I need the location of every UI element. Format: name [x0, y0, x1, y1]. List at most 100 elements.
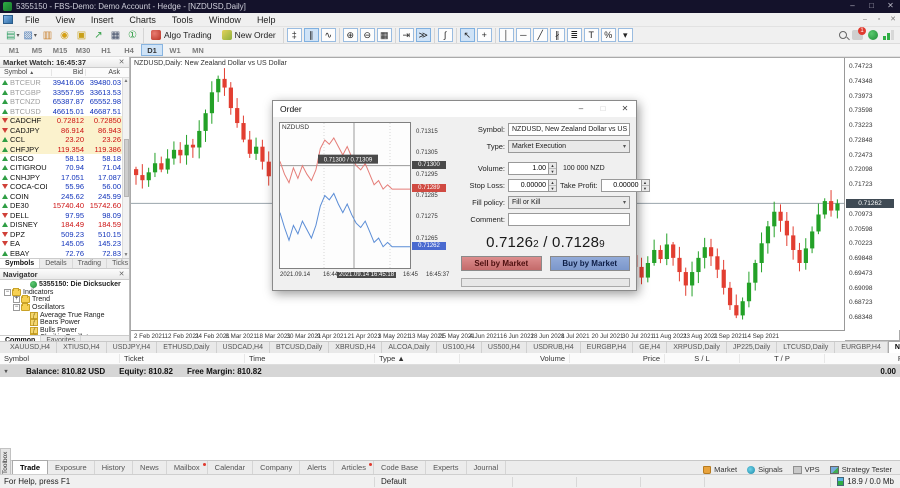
market-watch-row[interactable]: EA145.05145.23 [0, 239, 129, 248]
deposit-button[interactable]: ◉ [57, 28, 72, 42]
order-dialog-titlebar[interactable]: Order – □ ✕ [273, 101, 636, 117]
text-tool-button[interactable]: T [584, 28, 599, 42]
timeframe-mn[interactable]: MN [187, 44, 209, 56]
child-restore-button[interactable]: ▫ [872, 13, 886, 26]
toolbox-tab-trade[interactable]: Trade [12, 460, 48, 474]
bar-view-button[interactable]: ∥ [304, 28, 319, 42]
dialog-minimize-button[interactable]: – [570, 101, 592, 117]
market-watch-tab-details[interactable]: Details [40, 259, 72, 268]
chart-tab-ge-h4[interactable]: GE,H4 [633, 342, 667, 353]
market-watch-row[interactable]: DPZ509.23510.15 [0, 230, 129, 239]
strategy-tester-button[interactable]: Strategy Tester [830, 465, 892, 474]
search-icon[interactable] [839, 31, 847, 39]
menu-file[interactable]: File [17, 13, 48, 27]
expand-minus-icon[interactable]: − [4, 289, 11, 296]
market-watch-row[interactable]: CISCO58.1358.18 [0, 154, 129, 163]
chart-tab-us500-h4[interactable]: US500,H4 [482, 342, 527, 353]
navigator-item[interactable]: fBears Power [0, 319, 129, 327]
auto-scroll-button[interactable]: ≫ [416, 28, 431, 42]
market-button[interactable]: Market [703, 465, 737, 474]
market-watch-row[interactable]: BTCUSD46615.0146687.51 [0, 106, 129, 115]
chart-tab-usdcad-h4[interactable]: USDCAD,H4 [217, 342, 270, 353]
timeframe-m5[interactable]: M5 [26, 44, 48, 56]
navigator-item[interactable]: 5355150: Die Dicksucker [0, 281, 129, 289]
price-axis[interactable]: 0.747230.743480.739730.735980.732230.728… [846, 58, 900, 330]
new-chart-button[interactable]: ▤▾ [5, 28, 20, 42]
timeframe-m1[interactable]: M1 [3, 44, 25, 56]
vertical-line-button[interactable]: │ [499, 28, 514, 42]
toolbox-tab-history[interactable]: History [95, 461, 133, 474]
menu-tools[interactable]: Tools [164, 13, 201, 27]
chart-tab-xrpusd-daily[interactable]: XRPUSD,Daily [667, 342, 727, 353]
market-watch-row[interactable]: BTCNZD65387.8765552.98 [0, 97, 129, 106]
toolbox-tab-news[interactable]: News [133, 461, 167, 474]
timeframe-m30[interactable]: M30 [72, 44, 94, 56]
horizontal-line-button[interactable]: ─ [516, 28, 531, 42]
column-bid[interactable]: Bid [52, 69, 86, 76]
menu-help[interactable]: Help [249, 13, 284, 27]
time-axis[interactable]: 2 Feb 202112 Feb 202124 Feb 20218 Mar 20… [131, 330, 845, 341]
expand-minus-icon[interactable]: − [13, 304, 20, 311]
toolbox-column-type[interactable]: Type ▲ [375, 354, 460, 363]
comment-input[interactable] [508, 213, 630, 226]
expand-plus-icon[interactable]: + [13, 296, 20, 303]
order-type-select[interactable]: Market Execution ▾ [508, 140, 630, 153]
trendline-button[interactable]: ╱ [533, 28, 548, 42]
timeframe-h1[interactable]: H1 [95, 44, 117, 56]
chart-tab-ethusd-daily[interactable]: ETHUSD,Daily [157, 342, 216, 353]
market-watch-tab-trading[interactable]: Trading [73, 259, 107, 268]
toolbox-column-sl[interactable]: S / L [665, 354, 740, 363]
menu-window[interactable]: Window [201, 13, 249, 27]
chart-tab-usdjpy-h4[interactable]: USDJPY,H4 [107, 342, 158, 353]
market-watch-tab-symbols[interactable]: Symbols [0, 259, 40, 268]
chart-tab-usdrub-h4[interactable]: USDRUB,H4 [527, 342, 580, 353]
take-profit-stepper[interactable]: ▲▼ [641, 179, 650, 192]
chart-tab-btcusd-daily[interactable]: BTCUSD,Daily [270, 342, 329, 353]
buy-by-market-button[interactable]: Buy by Market [550, 256, 631, 271]
profiles-button[interactable]: ▧▾ [22, 28, 37, 42]
chart-tab-us100-h4[interactable]: US100,H4 [437, 342, 482, 353]
candlestick-view-button[interactable]: ‡ [287, 28, 302, 42]
line-view-button[interactable]: ∿ [321, 28, 336, 42]
fill-policy-select[interactable]: Fill or Kill ▾ [508, 196, 630, 209]
navigator-item[interactable]: −Indicators [0, 289, 129, 297]
stop-loss-input[interactable] [508, 179, 548, 192]
navigator-item[interactable]: fAverage True Range [0, 311, 129, 319]
market-watch-toggle[interactable]: ▣ [74, 28, 89, 42]
profile-selector[interactable]: Default [374, 477, 512, 487]
timeframe-h4[interactable]: H4 [118, 44, 140, 56]
child-minimize-button[interactable]: – [858, 13, 872, 26]
market-watch-close-icon[interactable]: ✕ [117, 58, 126, 66]
menu-charts[interactable]: Charts [121, 13, 164, 27]
market-watch-row[interactable]: COIN245.62245.99 [0, 192, 129, 201]
new-order-button[interactable]: New Order [217, 28, 281, 43]
community-icon[interactable] [868, 30, 878, 40]
column-symbol[interactable]: Symbol ▲ [0, 69, 52, 76]
market-watch-row[interactable]: CNHJPY17.05117.087 [0, 173, 129, 182]
algo-trading-button[interactable]: Algo Trading [146, 28, 217, 43]
market-watch-row[interactable]: DISNEY184.49184.59 [0, 220, 129, 229]
indicators-button[interactable]: ∫ [438, 28, 453, 42]
zoom-out-button[interactable]: ⊖ [360, 28, 375, 42]
zoom-in-button[interactable]: ⊕ [343, 28, 358, 42]
chart-tab-alcoa-daily[interactable]: ALCOA,Daily [382, 342, 436, 353]
market-watch-row[interactable]: BTCGBP33557.9533613.53 [0, 87, 129, 96]
toolbox-column-symbol[interactable]: Symbol [0, 354, 120, 363]
open-data-folder-button[interactable]: ▥ [40, 28, 55, 42]
market-watch-row[interactable]: CADJPY86.91486.943 [0, 125, 129, 134]
menu-view[interactable]: View [48, 13, 83, 27]
market-watch-row[interactable]: DE3015740.4015742.60 [0, 201, 129, 210]
navigator-item[interactable]: fBulls Power [0, 327, 129, 335]
toolbox-column-volume[interactable]: Volume [460, 354, 570, 363]
navigator-item[interactable]: +Trend [0, 296, 129, 304]
toolbox-tab-mailbox[interactable]: Mailbox [167, 461, 208, 474]
toolbox-tab-calendar[interactable]: Calendar [208, 461, 253, 474]
market-watch-scrollbar[interactable]: ▲▼ [122, 78, 129, 258]
channel-button[interactable]: ∦ [550, 28, 565, 42]
market-watch-row[interactable]: CHFJPY119.354119.386 [0, 144, 129, 153]
chart-tab-xtiusd-h4[interactable]: XTIUSD,H4 [57, 342, 107, 353]
chart-tab-eurgbp-h4[interactable]: EURGBP,H4 [835, 342, 888, 353]
chart-tab-xbrusd-h4[interactable]: XBRUSD,H4 [329, 342, 382, 353]
stop-loss-stepper[interactable]: ▲▼ [548, 179, 557, 192]
market-watch-row[interactable]: DELL97.9598.09 [0, 211, 129, 220]
